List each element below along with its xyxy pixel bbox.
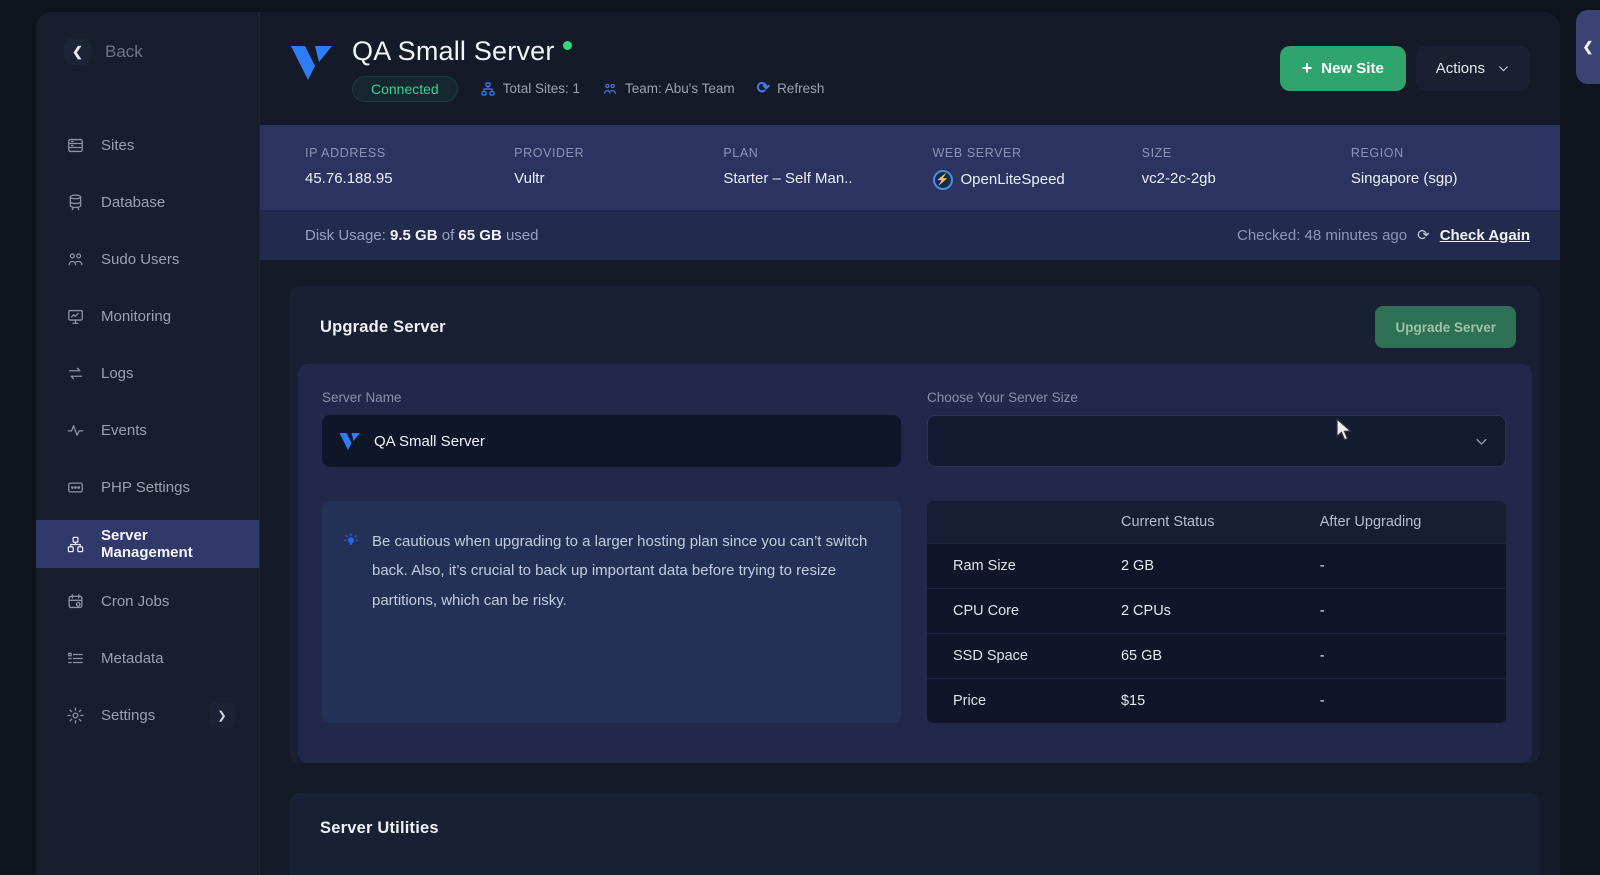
online-status-dot bbox=[562, 40, 572, 50]
disk-usage-text: Disk Usage: 9.5 GB of 65 GB used bbox=[305, 226, 539, 244]
sidebar-item-label: Metadata bbox=[101, 649, 164, 667]
sidebar-item-label: Events bbox=[101, 421, 147, 439]
sidebar-item-events[interactable]: Events bbox=[36, 406, 259, 454]
upgrade-server-card: Upgrade Server Upgrade Server Server Nam… bbox=[290, 286, 1540, 763]
upgrade-server-button[interactable]: Upgrade Server bbox=[1375, 306, 1516, 348]
info-col-region: REGION Singapore (sgp) bbox=[1350, 145, 1458, 187]
table-header-current: Current Status bbox=[1094, 501, 1294, 543]
back-button[interactable]: ❮ Back bbox=[36, 12, 259, 65]
new-site-button[interactable]: + New Site bbox=[1279, 46, 1406, 91]
sidebar-item-label: Sudo Users bbox=[101, 250, 180, 268]
back-chevron-icon[interactable]: ❮ bbox=[64, 38, 91, 65]
xcloud-logo-icon bbox=[339, 432, 360, 450]
sidebar-item-label: PHP Settings bbox=[101, 478, 190, 496]
server-size-select[interactable] bbox=[927, 415, 1506, 467]
sidebar-item-label: Sites bbox=[101, 136, 135, 154]
sites-icon bbox=[68, 138, 83, 152]
page-title: QA Small Server bbox=[352, 35, 555, 66]
upgrade-form-panel: Server Name QA Small Server Be cautious … bbox=[298, 364, 1532, 763]
total-sites-stat: Total Sites: 1 bbox=[480, 81, 580, 97]
sidebar-item-label: Database bbox=[101, 193, 166, 211]
upgrade-caution-note: Be cautious when upgrading to a larger h… bbox=[322, 501, 901, 723]
sidebar-item-sudo-users[interactable]: Sudo Users bbox=[36, 235, 259, 283]
table-header-blank bbox=[927, 501, 1095, 543]
check-again-refresh-icon[interactable]: ⟳ bbox=[1417, 226, 1430, 244]
main-area: QA Small Server Connected Total Sites: 1… bbox=[260, 12, 1560, 875]
server-name-label: Server Name bbox=[322, 390, 402, 405]
checked-timestamp: Checked: 48 minutes ago bbox=[1237, 226, 1408, 244]
note-text: Be cautious when upgrading to a larger h… bbox=[372, 533, 868, 609]
server-name-value: QA Small Server bbox=[374, 432, 485, 450]
chevron-left-icon: ❮ bbox=[1582, 39, 1594, 54]
refresh-icon: ⟳ bbox=[756, 79, 771, 97]
upgrade-server-heading: Upgrade Server bbox=[320, 317, 446, 336]
gear-icon bbox=[67, 706, 84, 724]
users-icon bbox=[68, 252, 83, 265]
swap-arrows-icon bbox=[68, 367, 83, 379]
info-col-web-server: WEB SERVER ⚡ OpenLiteSpeed bbox=[932, 145, 1065, 190]
server-name-input[interactable]: QA Small Server bbox=[322, 415, 901, 467]
sidebar-item-label: Monitoring bbox=[101, 307, 172, 325]
sidebar-item-database[interactable]: Database bbox=[36, 178, 259, 226]
list-icon bbox=[68, 652, 83, 663]
sidebar-item-label: Settings bbox=[101, 706, 156, 724]
table-row: CPU Core 2 CPUs - bbox=[927, 587, 1506, 633]
team-icon bbox=[604, 83, 616, 94]
refresh-button[interactable]: ⟳ Refresh bbox=[756, 79, 825, 97]
database-icon bbox=[69, 194, 82, 210]
connected-badge: Connected bbox=[352, 75, 458, 102]
actions-button[interactable]: Actions bbox=[1415, 46, 1530, 91]
calendar-icon bbox=[68, 593, 83, 608]
app-window: ❮ Back Sites Database Sudo Users Monitor… bbox=[36, 12, 1560, 875]
server-utilities-heading: Server Utilities bbox=[320, 819, 439, 837]
disk-usage-bar: Disk Usage: 9.5 GB of 65 GB used Checked… bbox=[260, 210, 1560, 260]
check-again-link[interactable]: Check Again bbox=[1440, 227, 1530, 244]
sitemap-icon bbox=[481, 81, 495, 96]
server-hierarchy-icon bbox=[67, 536, 84, 552]
openlitespeed-icon: ⚡ bbox=[932, 169, 953, 190]
server-utilities-card: Server Utilities bbox=[290, 793, 1540, 875]
sidebar-item-settings[interactable]: Settings ❯ bbox=[36, 691, 259, 739]
collapse-panel-toggle[interactable]: ❮ bbox=[1576, 10, 1600, 84]
sidebar-item-logs[interactable]: Logs bbox=[36, 349, 259, 397]
sidebar-item-server-management[interactable]: Server Management bbox=[36, 520, 259, 568]
chevron-down-icon bbox=[1476, 438, 1487, 445]
chevron-down-icon bbox=[1499, 66, 1508, 72]
sidebar-item-monitoring[interactable]: Monitoring bbox=[36, 292, 259, 340]
table-header-after: After Upgrading bbox=[1293, 501, 1506, 543]
server-size-label: Choose Your Server Size bbox=[927, 390, 1078, 405]
back-label: Back bbox=[105, 41, 143, 61]
activity-pulse-icon bbox=[67, 424, 84, 436]
sidebar-item-label: Server Management bbox=[101, 527, 193, 561]
team-stat: Team: Abu's Team bbox=[602, 81, 735, 97]
server-info-bar: IP ADDRESS 45.76.188.95 PROVIDER Vultr P… bbox=[260, 125, 1560, 210]
content-scroll-area: Upgrade Server Upgrade Server Server Nam… bbox=[260, 260, 1560, 875]
xcloud-logo-icon bbox=[291, 45, 332, 80]
sidebar-nav: Sites Database Sudo Users Monitoring Log… bbox=[36, 121, 259, 739]
sidebar-item-metadata[interactable]: Metadata bbox=[36, 634, 259, 682]
sidebar: ❮ Back Sites Database Sudo Users Monitor… bbox=[36, 12, 260, 875]
sidebar-item-php-settings[interactable]: PHP Settings bbox=[36, 463, 259, 511]
lightbulb-icon bbox=[343, 533, 359, 545]
monitor-icon bbox=[68, 309, 83, 324]
info-col-size: SIZE vc2-2c-2gb bbox=[1141, 145, 1216, 187]
info-col-provider: PROVIDER Vultr bbox=[514, 145, 585, 187]
info-col-plan: PLAN Starter – Self Man.. bbox=[723, 145, 853, 187]
table-row: Ram Size 2 GB - bbox=[927, 542, 1506, 588]
server-header: QA Small Server Connected Total Sites: 1… bbox=[260, 12, 1560, 125]
php-box-icon bbox=[68, 482, 83, 492]
upgrade-compare-table: Current Status After Upgrading Ram Size … bbox=[927, 501, 1506, 723]
sidebar-item-label: Cron Jobs bbox=[101, 592, 170, 610]
plus-icon: + bbox=[1301, 58, 1313, 78]
sidebar-item-cron-jobs[interactable]: Cron Jobs bbox=[36, 577, 259, 625]
settings-expand-chevron-icon[interactable]: ❯ bbox=[209, 702, 235, 728]
table-row: Price $15 - bbox=[927, 677, 1506, 723]
table-row: SSD Space 65 GB - bbox=[927, 632, 1506, 678]
sidebar-item-sites[interactable]: Sites bbox=[36, 121, 259, 169]
info-col-ip: IP ADDRESS 45.76.188.95 bbox=[305, 145, 393, 187]
sidebar-item-label: Logs bbox=[101, 364, 134, 382]
